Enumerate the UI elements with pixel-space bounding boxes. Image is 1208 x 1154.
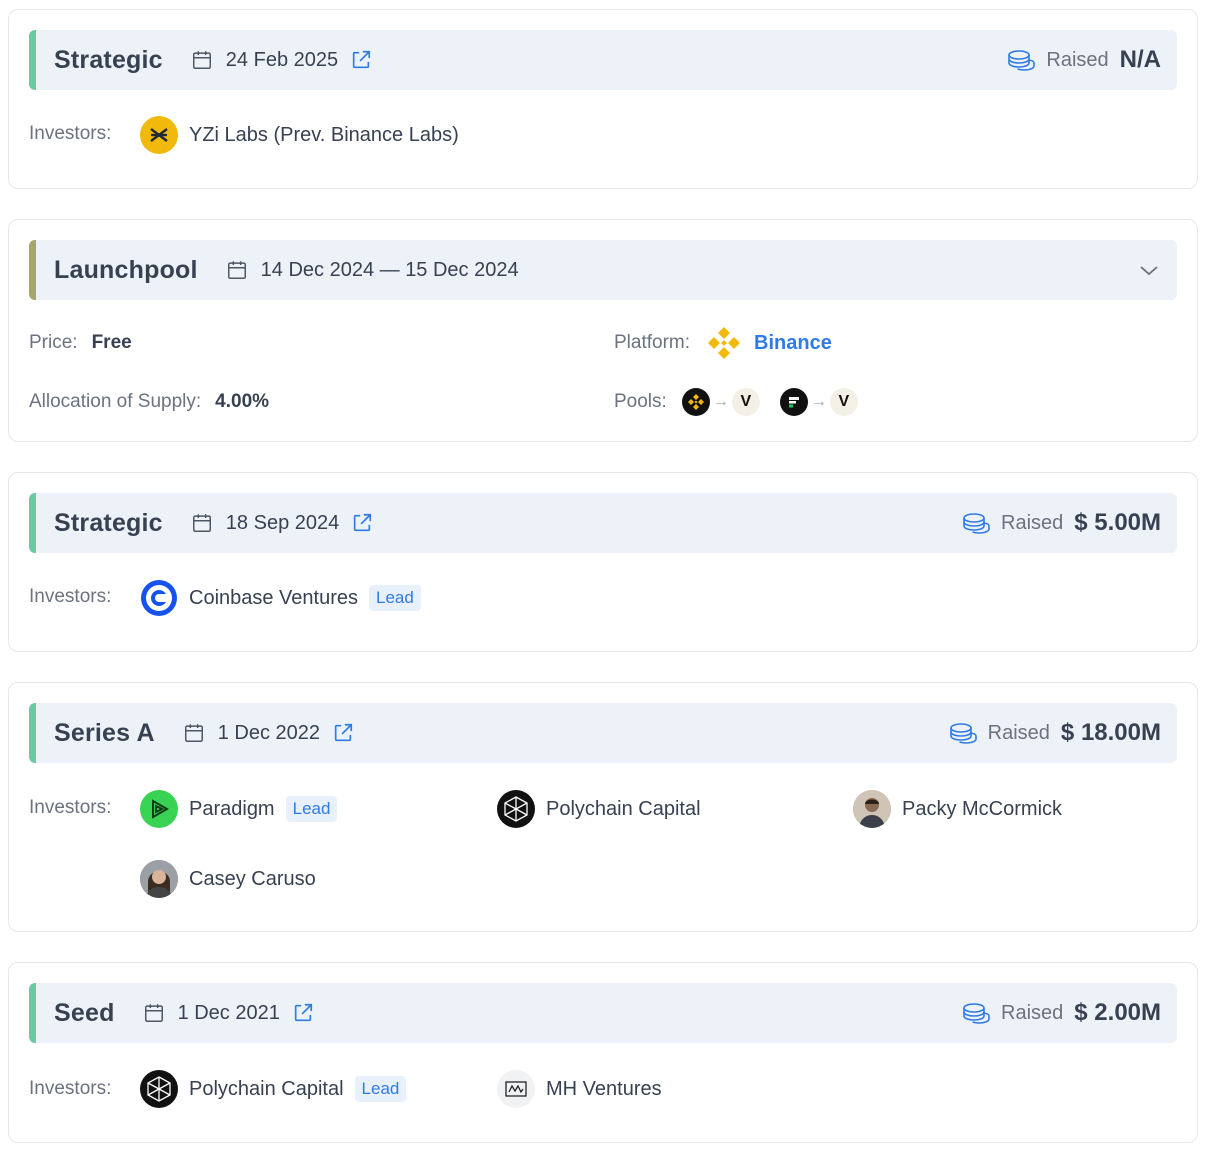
lead-badge: Lead	[369, 585, 421, 611]
investors-label: Investors:	[29, 123, 112, 144]
raised-label: Raised	[1001, 1001, 1064, 1024]
funding-round-card: Strategic 24 Feb 2025 Raised N/A Investo…	[8, 9, 1198, 189]
chevron-down-icon[interactable]	[1137, 258, 1161, 282]
platform-link[interactable]: Binance	[754, 332, 832, 355]
round-header: Seed 1 Dec 2021 Raised $ 2.00M	[29, 983, 1177, 1043]
funding-round-card: Series A 1 Dec 2022 Raised $ 18.00M Inve…	[8, 682, 1198, 932]
investor-item[interactable]: Polychain Capital Lead	[140, 1069, 407, 1109]
calendar-icon	[227, 261, 246, 279]
investor-name: Casey Caruso	[189, 867, 316, 890]
raised-value: N/A	[1119, 46, 1161, 73]
price-value: Free	[91, 332, 132, 353]
raised-value: $ 5.00M	[1074, 509, 1161, 536]
allocation-label: Allocation of Supply:	[29, 391, 202, 412]
round-header[interactable]: Launchpool 14 Dec 2024 — 15 Dec 2024	[29, 240, 1177, 300]
calendar-icon	[192, 51, 211, 69]
avatar	[140, 860, 178, 898]
yzi-labs-logo	[140, 116, 178, 154]
platform-label: Platform:	[614, 332, 691, 353]
lead-badge: Lead	[354, 1076, 407, 1102]
calendar-icon	[184, 724, 203, 742]
investor-item[interactable]: MH Ventures	[497, 1069, 662, 1109]
round-date: 24 Feb 2025	[225, 48, 339, 71]
investor-name: YZi Labs (Prev. Binance Labs)	[189, 123, 459, 146]
arrow-right-icon: →	[712, 393, 729, 410]
calendar-icon	[144, 1004, 163, 1022]
mh-ventures-logo	[497, 1070, 535, 1108]
paradigm-logo	[140, 790, 178, 828]
round-header: Strategic 24 Feb 2025 Raised N/A	[29, 30, 1177, 90]
raised-label: Raised	[1046, 48, 1109, 71]
round-date: 14 Dec 2024 — 15 Dec 2024	[260, 258, 519, 281]
external-link-icon[interactable]	[351, 512, 373, 534]
investor-item[interactable]: Coinbase Ventures Lead	[140, 578, 421, 618]
coins-icon	[949, 723, 977, 744]
round-date: 1 Dec 2021	[177, 1001, 280, 1024]
pools-label: Pools:	[614, 391, 667, 412]
investors-label: Investors:	[29, 1078, 112, 1099]
investor-name: Packy McCormick	[902, 797, 1063, 820]
allocation-value: 4.00%	[215, 391, 270, 412]
v-token-icon: V	[829, 388, 858, 416]
round-accent-bar	[29, 493, 36, 553]
coins-icon	[1008, 50, 1036, 71]
investor-name: MH Ventures	[546, 1077, 662, 1100]
investor-item[interactable]: YZi Labs (Prev. Binance Labs)	[140, 115, 459, 155]
round-header: Series A 1 Dec 2022 Raised $ 18.00M	[29, 703, 1177, 763]
polychain-logo	[140, 1070, 178, 1108]
lead-badge: Lead	[285, 796, 338, 822]
fdusd-token-icon	[779, 388, 808, 416]
v-token-icon: V	[731, 388, 760, 416]
investor-name: Coinbase Ventures	[189, 586, 359, 609]
investors-label: Investors:	[29, 797, 112, 818]
investor-name: Polychain Capital	[546, 797, 701, 820]
investor-name: Polychain Capital	[189, 1077, 344, 1100]
round-accent-bar	[29, 983, 36, 1043]
investor-item[interactable]: Packy McCormick	[853, 789, 1062, 829]
coins-icon	[963, 1003, 990, 1024]
funding-round-card: Launchpool 14 Dec 2024 — 15 Dec 2024 Pri…	[8, 219, 1198, 442]
binance-logo	[708, 327, 741, 359]
avatar	[853, 790, 891, 828]
coins-icon	[963, 513, 990, 534]
funding-round-card: Seed 1 Dec 2021 Raised $ 2.00M Investors…	[8, 962, 1198, 1143]
pool-item[interactable]: → V	[779, 388, 858, 416]
investor-name: Paradigm	[189, 797, 275, 820]
coinbase-logo	[140, 579, 178, 617]
arrow-right-icon: →	[810, 393, 827, 410]
investors-label: Investors:	[29, 586, 112, 607]
round-title: Seed	[54, 998, 115, 1027]
raised-value: $ 2.00M	[1074, 999, 1161, 1026]
round-title: Series A	[54, 718, 155, 747]
external-link-icon[interactable]	[292, 1002, 314, 1024]
round-date: 1 Dec 2022	[217, 721, 321, 744]
funding-round-card: Strategic 18 Sep 2024 Raised $ 5.00M Inv…	[8, 472, 1198, 652]
investor-item[interactable]: Casey Caruso	[140, 859, 316, 899]
round-accent-bar	[29, 30, 36, 90]
round-title: Strategic	[54, 508, 163, 537]
pool-item[interactable]: → V	[681, 388, 760, 416]
round-header: Strategic 18 Sep 2024 Raised $ 5.00M	[29, 493, 1177, 553]
external-link-icon[interactable]	[332, 722, 354, 744]
polychain-logo	[497, 790, 535, 828]
round-accent-bar	[29, 703, 36, 763]
raised-value: $ 18.00M	[1060, 719, 1161, 746]
round-title: Strategic	[54, 45, 163, 74]
price-label: Price:	[29, 332, 78, 353]
investor-item[interactable]: Paradigm Lead	[140, 789, 338, 829]
round-title: Launchpool	[54, 255, 198, 284]
investor-item[interactable]: Polychain Capital	[497, 789, 701, 829]
round-date: 18 Sep 2024	[225, 511, 340, 534]
raised-label: Raised	[987, 721, 1050, 744]
round-accent-bar	[29, 240, 36, 300]
external-link-icon[interactable]	[350, 49, 372, 71]
calendar-icon	[192, 514, 211, 532]
raised-label: Raised	[1001, 511, 1064, 534]
bnb-token-icon	[681, 388, 710, 416]
